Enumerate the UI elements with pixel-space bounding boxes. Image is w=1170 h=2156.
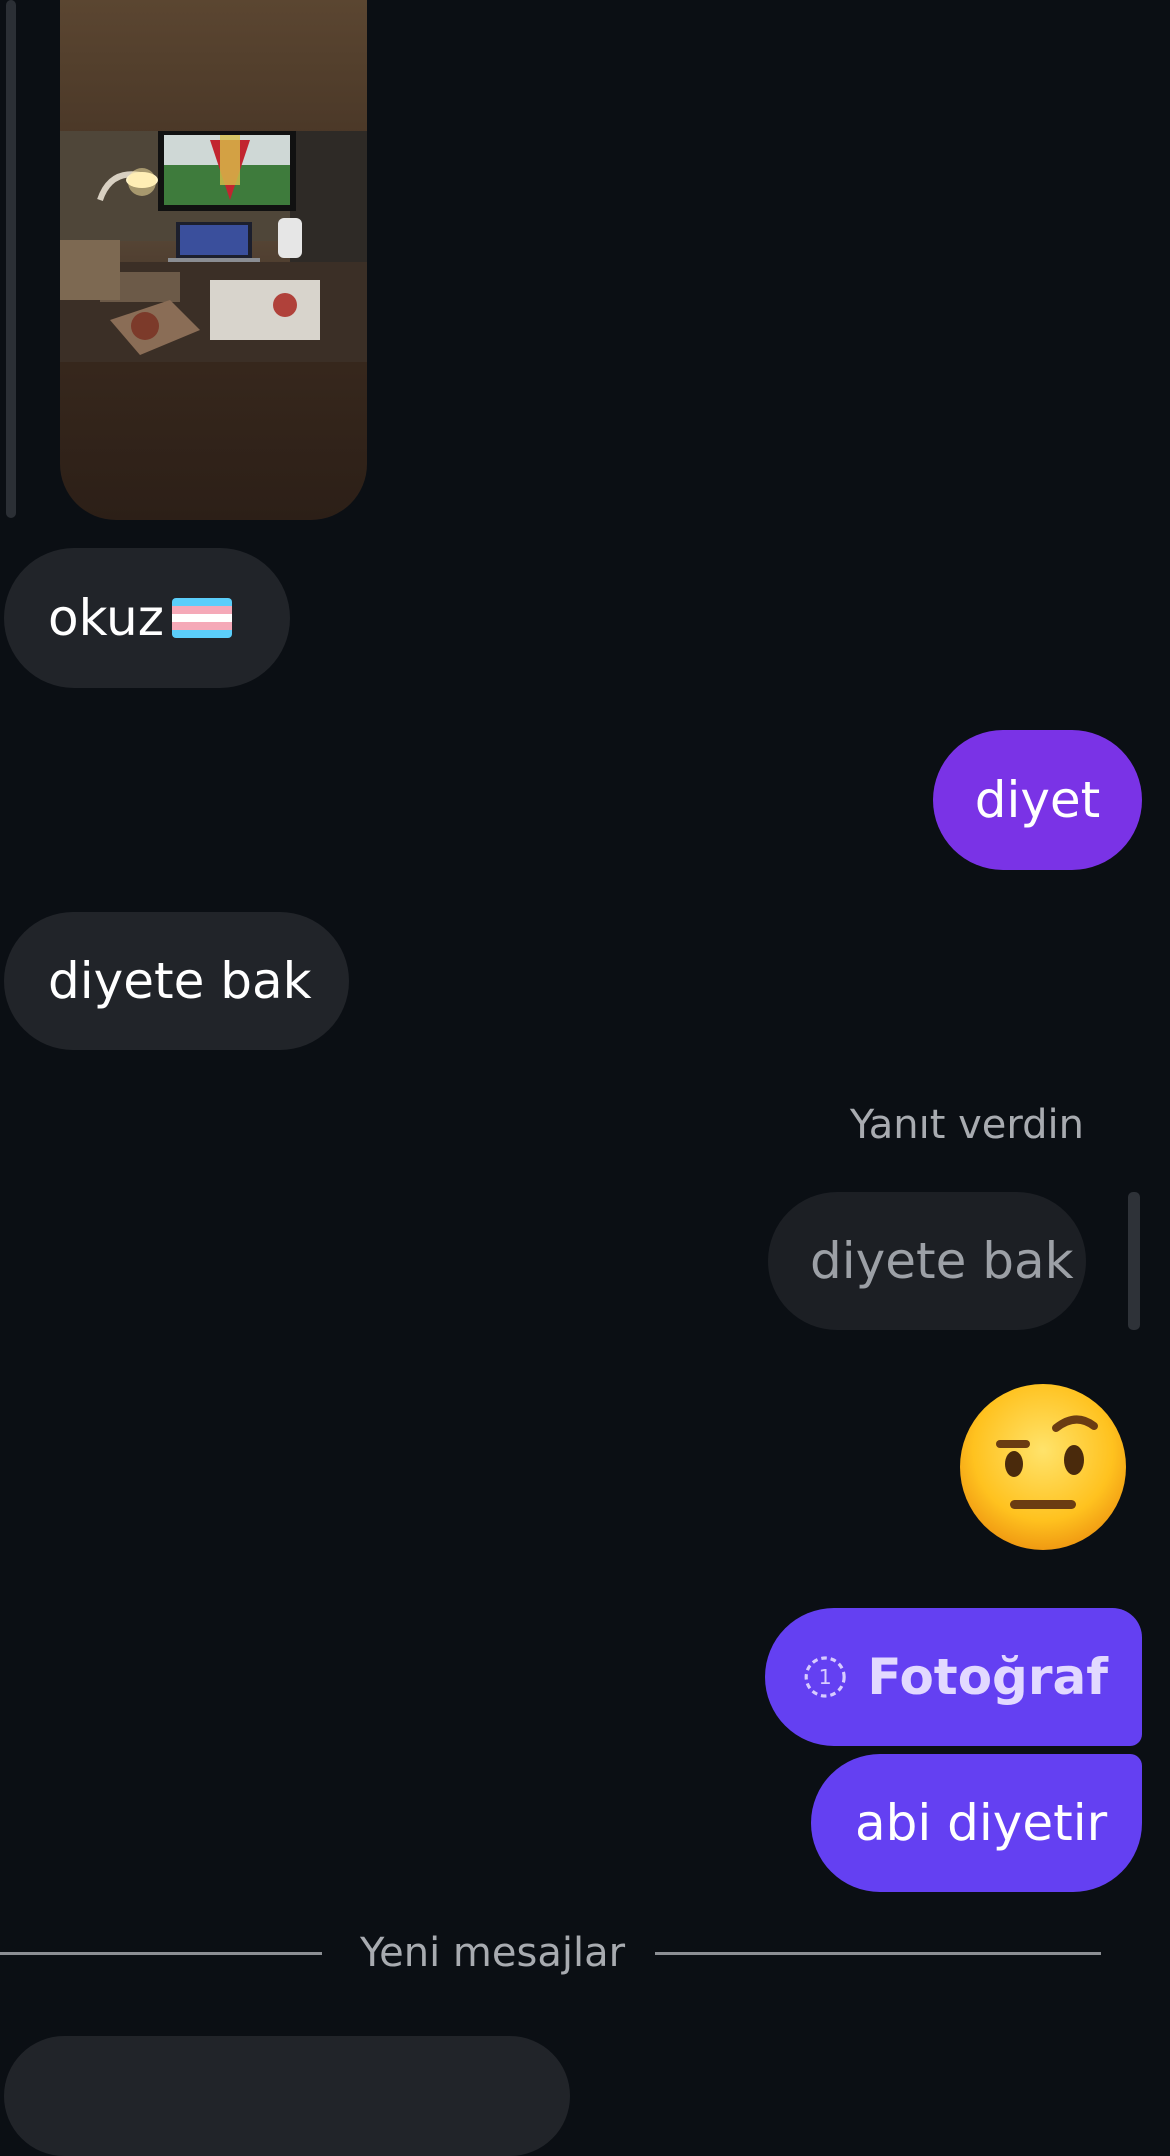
reply-label: Yanıt verdin: [849, 1102, 1084, 1148]
new-messages-divider-right: [655, 1952, 1101, 1955]
incoming-message-partial[interactable]: [4, 2036, 570, 2156]
reply-quote-bubble[interactable]: diyete bak: [768, 1192, 1086, 1330]
shared-photo[interactable]: [60, 0, 367, 520]
message-text: diyet: [974, 771, 1101, 829]
new-messages-label: Yeni mesajlar: [360, 1930, 626, 1976]
reply-quote-bar: [1128, 1192, 1140, 1330]
incoming-message-diyete-bak[interactable]: diyete bak: [4, 912, 349, 1050]
view-once-photo-icon: 1: [804, 1656, 846, 1698]
outgoing-message-abi-diyetir[interactable]: abi diyetir: [811, 1754, 1142, 1892]
message-text: abi diyetir: [855, 1794, 1108, 1852]
message-text: diyete bak: [48, 952, 312, 1010]
photo-label: Fotoğraf: [867, 1648, 1108, 1706]
thread-scroll-indicator: [6, 0, 16, 518]
outgoing-message-diyet[interactable]: diyet: [933, 730, 1142, 870]
outgoing-photo-message[interactable]: 1 Fotoğraf: [765, 1608, 1142, 1746]
photo-content: [60, 131, 367, 362]
svg-text:1: 1: [819, 1665, 832, 1689]
reply-quote-text: diyete bak: [810, 1232, 1074, 1290]
incoming-message-okuz[interactable]: okuz: [4, 548, 290, 688]
new-messages-divider-left: [0, 1952, 322, 1955]
transgender-flag-icon: [171, 598, 232, 638]
face-with-raised-eyebrow-icon[interactable]: [958, 1382, 1128, 1552]
message-text: okuz: [48, 589, 164, 647]
